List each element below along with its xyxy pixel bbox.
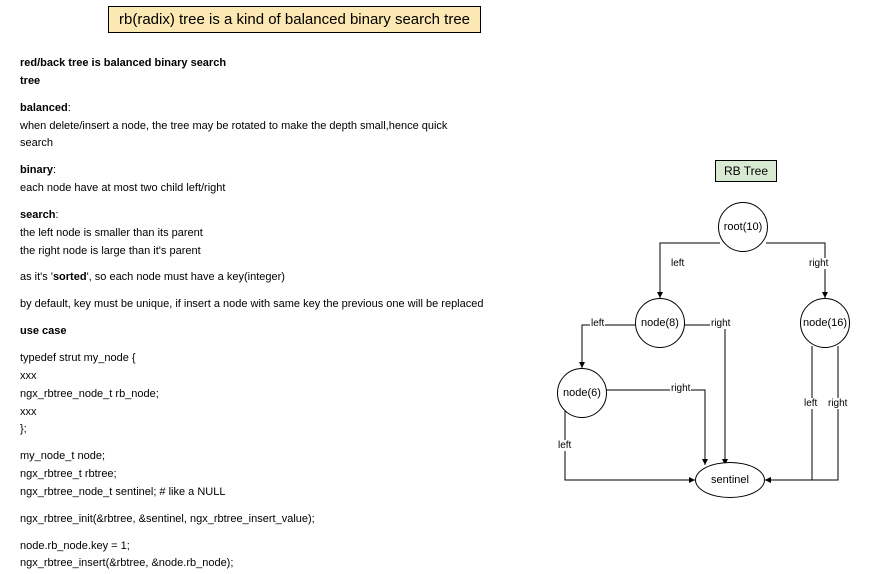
heading-line2: tree	[20, 74, 540, 89]
edge-label-right: right	[710, 318, 731, 329]
edge-label-left: left	[803, 398, 818, 409]
heading: red/back tree is balanced binary search	[20, 56, 540, 71]
sorted-word: sorted	[53, 271, 87, 283]
code-line: ngx_rbtree_node_t rb_node;	[20, 387, 540, 402]
edge-label-right: right	[670, 383, 691, 394]
edge-label-right: right	[808, 258, 829, 269]
rb-tree-diagram: RB Tree left right left right left right…	[550, 150, 870, 550]
binary-desc: each node have at most two child left/ri…	[20, 181, 540, 196]
tree-node-6: node(6)	[557, 368, 607, 418]
usecase-label: use case	[20, 324, 540, 339]
code-line: xxx	[20, 369, 540, 384]
sorted-line: as it's 'sorted', so each node must have…	[20, 270, 540, 285]
title-banner: rb(radix) tree is a kind of balanced bin…	[108, 6, 481, 33]
binary-label: binary	[20, 164, 53, 176]
code-line: ngx_rbtree_insert(&rbtree, &node.rb_node…	[20, 556, 540, 571]
balanced-line: balanced:	[20, 101, 540, 116]
edge-label-left: left	[590, 318, 605, 329]
tree-node-root: root(10)	[718, 202, 768, 252]
code-line: ngx_rbtree_t rbtree;	[20, 467, 540, 482]
tree-node-16: node(16)	[800, 298, 850, 348]
tree-node-sentinel: sentinel	[695, 462, 765, 498]
search-label: search	[20, 209, 55, 221]
description-text: red/back tree is balanced binary search …	[20, 56, 540, 574]
code-line: };	[20, 422, 540, 437]
code-line: ngx_rbtree_node_t sentinel; # like a NUL…	[20, 485, 540, 500]
tree-node-8: node(8)	[635, 298, 685, 348]
search-desc1: the left node is smaller than its parent	[20, 226, 540, 241]
balanced-desc1: when delete/insert a node, the tree may …	[20, 119, 540, 134]
binary-line: binary:	[20, 163, 540, 178]
balanced-desc2: search	[20, 136, 540, 151]
edge-label-left: left	[670, 258, 685, 269]
code-line: typedef strut my_node {	[20, 351, 540, 366]
code-line: ngx_rbtree_init(&rbtree, &sentinel, ngx_…	[20, 512, 540, 527]
balanced-label: balanced	[20, 102, 68, 114]
edge-label-left: left	[557, 440, 572, 451]
code-line: my_node_t node;	[20, 449, 540, 464]
code-line: xxx	[20, 405, 540, 420]
search-desc2: the right node is large than it's parent	[20, 244, 540, 259]
edge-label-right: right	[827, 398, 848, 409]
code-line: node.rb_node.key = 1;	[20, 539, 540, 554]
search-line: search:	[20, 208, 540, 223]
unique-line: by default, key must be unique, if inser…	[20, 297, 540, 312]
